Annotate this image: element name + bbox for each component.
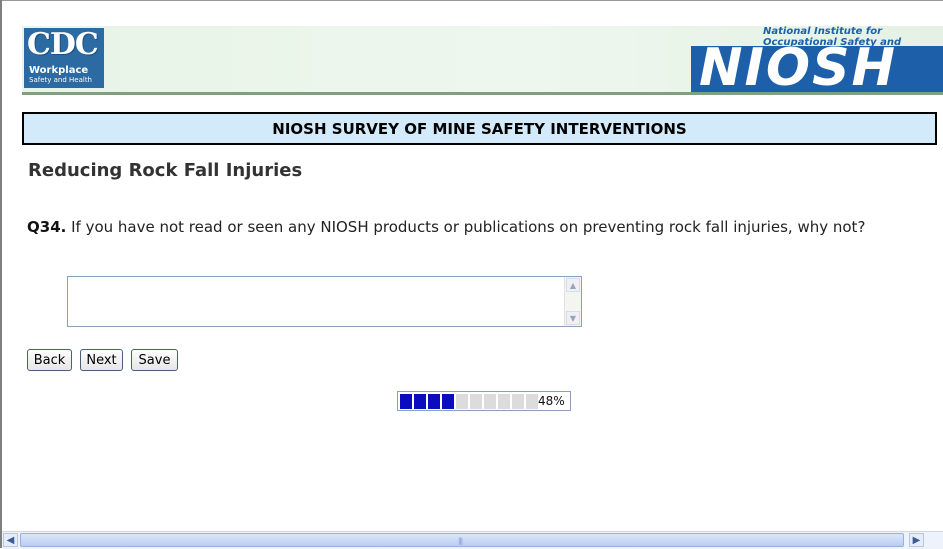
- niosh-tagline-line1: National Institute for: [763, 26, 883, 37]
- question-text: Q34. If you have not read or seen any NI…: [27, 218, 922, 237]
- scrollbar-thumb[interactable]: |||: [20, 533, 904, 547]
- scroll-left-arrow-icon[interactable]: ◀: [3, 533, 18, 547]
- progress-segment: [498, 394, 510, 409]
- save-button[interactable]: Save: [131, 349, 178, 371]
- answer-scrollbar[interactable]: ▲ ▼: [564, 277, 581, 326]
- progress-segment: [428, 394, 440, 409]
- answer-textarea[interactable]: [68, 277, 565, 326]
- question-body: If you have not read or seen any NIOSH p…: [66, 218, 866, 236]
- progress-segment: [470, 394, 482, 409]
- header-banner: CDC Workplace Safety and Health National…: [22, 26, 943, 95]
- section-heading: Reducing Rock Fall Injuries: [28, 160, 303, 181]
- niosh-logo: National Institute for Occupational Safe…: [691, 26, 943, 92]
- progress-segment: [456, 394, 468, 409]
- scroll-up-arrow-icon[interactable]: ▲: [566, 278, 580, 292]
- window-top-border: [0, 0, 943, 1]
- niosh-wordmark: NIOSH: [691, 46, 943, 92]
- answer-field-container: ▲ ▼: [67, 276, 582, 327]
- progress-percent: 48%: [538, 394, 565, 408]
- survey-title-bar: NIOSH SURVEY OF MINE SAFETY INTERVENTION…: [22, 112, 937, 145]
- question-number: Q34.: [27, 218, 67, 236]
- progress-segment: [484, 394, 496, 409]
- next-button[interactable]: Next: [80, 349, 123, 371]
- cdc-logo-sub1: Workplace: [29, 65, 89, 76]
- window-left-border: [0, 0, 2, 548]
- scrollbar-grip-icon: |||: [458, 537, 463, 545]
- progress-segment: [526, 394, 538, 409]
- progress-segment: [414, 394, 426, 409]
- back-button[interactable]: Back: [27, 349, 72, 371]
- progress-bar: 48%: [397, 391, 571, 411]
- horizontal-scrollbar[interactable]: ◀ ||| ▶: [2, 531, 943, 549]
- scroll-down-arrow-icon[interactable]: ▼: [566, 311, 580, 325]
- survey-title: NIOSH SURVEY OF MINE SAFETY INTERVENTION…: [272, 119, 687, 138]
- cdc-logo: CDC Workplace Safety and Health: [24, 28, 104, 88]
- cdc-logo-sub2: Safety and Health: [29, 76, 92, 84]
- niosh-wordmark-text: NIOSH: [699, 46, 898, 92]
- progress-segment: [512, 394, 524, 409]
- cdc-logo-letters: CDC: [27, 27, 99, 62]
- scroll-right-arrow-icon[interactable]: ▶: [909, 533, 924, 547]
- progress-segment: [400, 394, 412, 409]
- progress-segment: [442, 394, 454, 409]
